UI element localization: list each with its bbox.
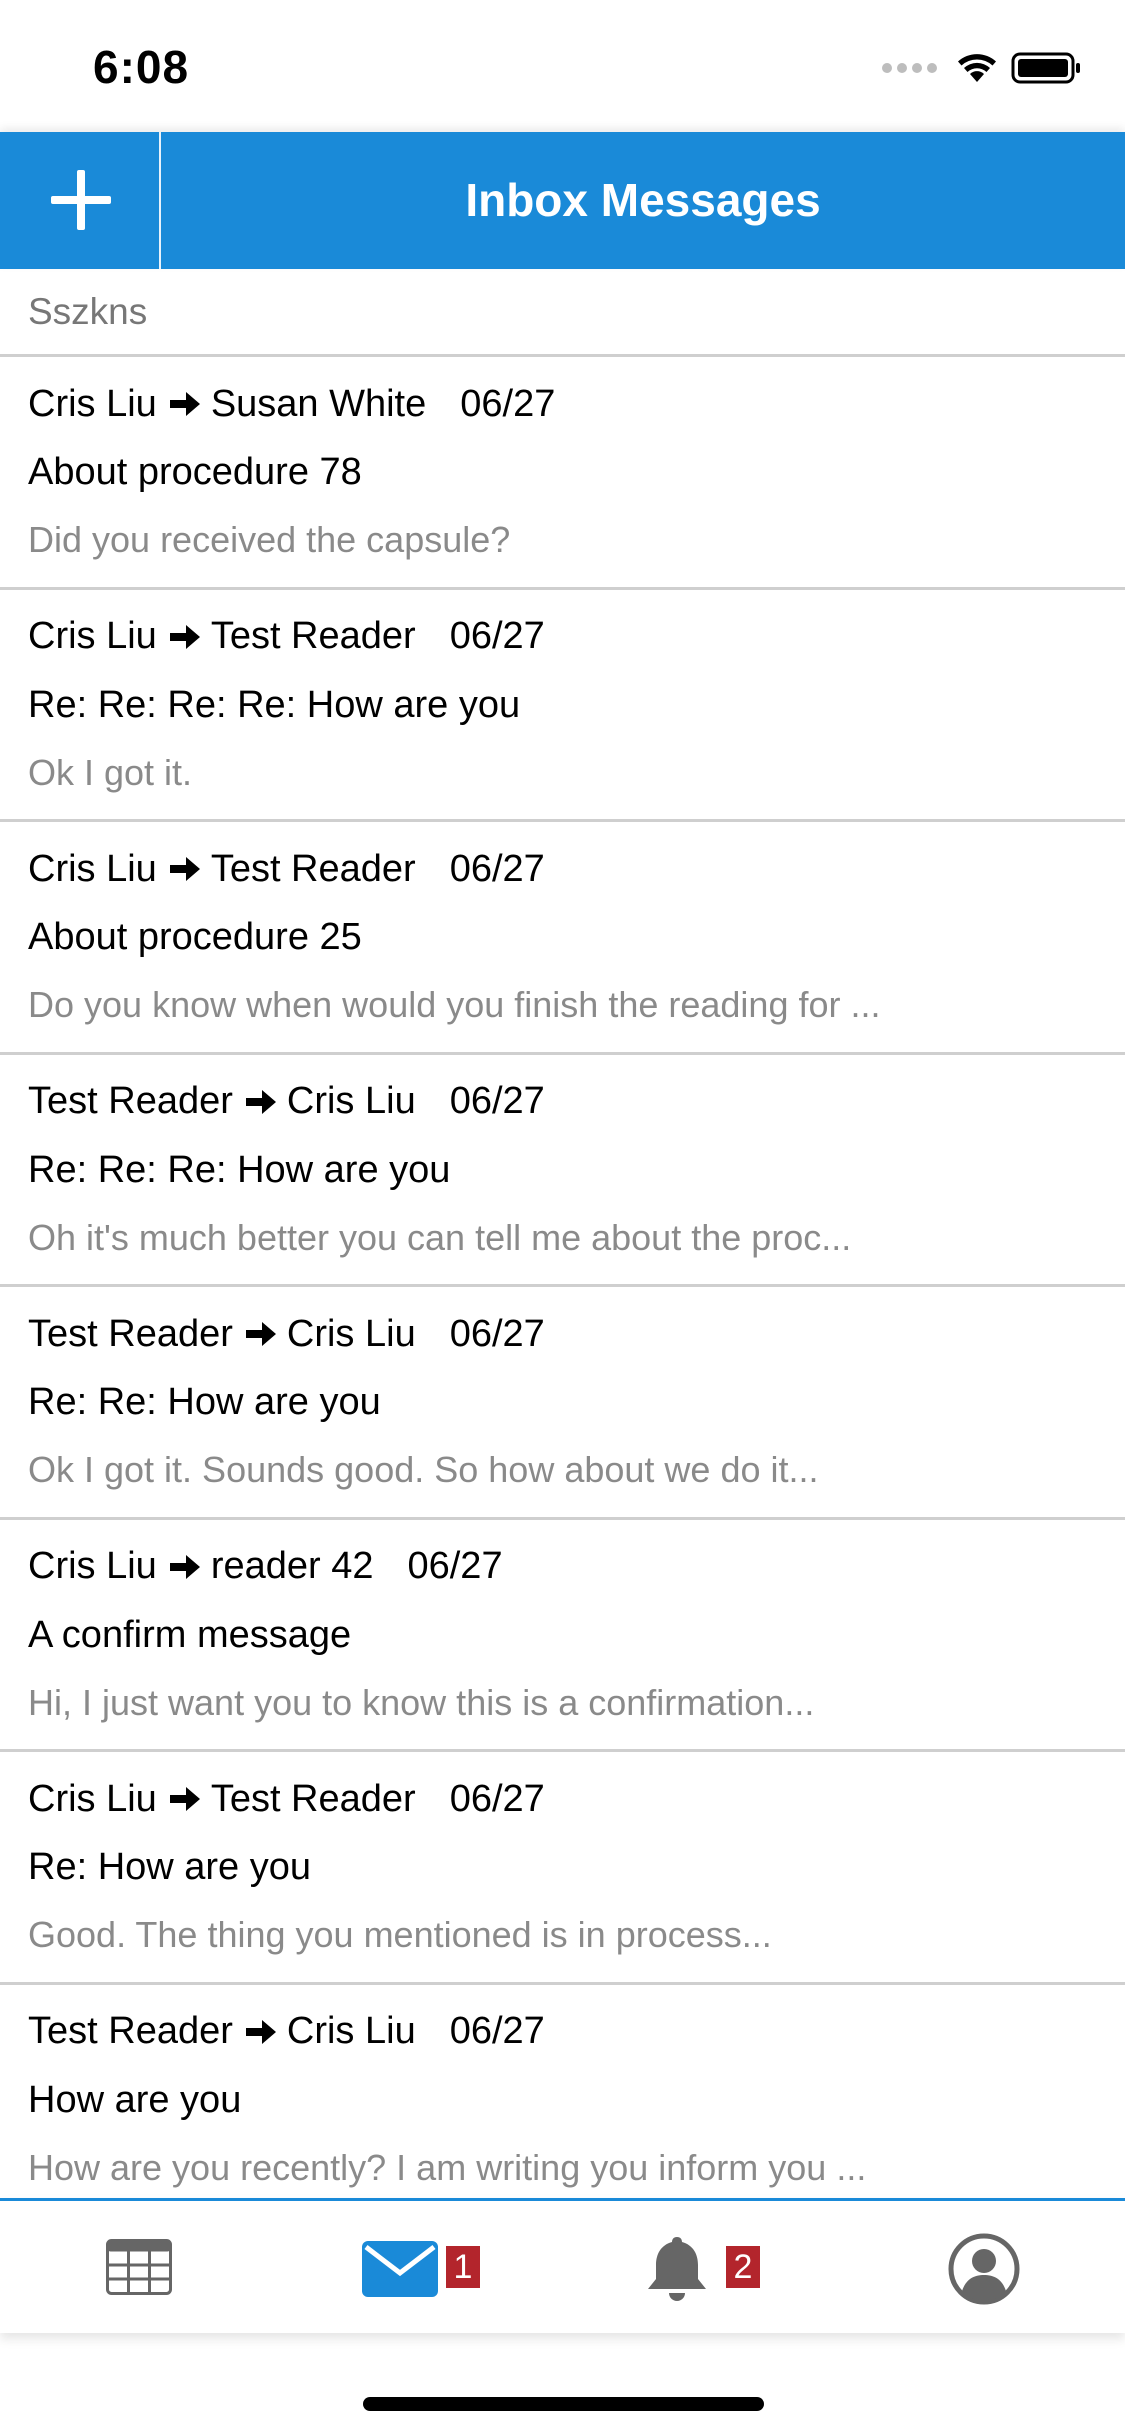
- wifi-icon: [958, 54, 996, 82]
- message-sender: Cris Liu: [28, 615, 157, 657]
- message-header: Cris Liu Test Reader 06/27: [28, 844, 545, 894]
- message-preview: How are you recently? I am writing you i…: [28, 2146, 867, 2188]
- message-subject: About procedure 25: [28, 916, 362, 958]
- message-header: Cris Liu Test Reader 06/27: [28, 1774, 545, 1824]
- message-list: Cris Liu Susan White 06/27 About procedu…: [0, 357, 1125, 2198]
- message-sender: Test Reader: [28, 2010, 233, 2052]
- message-sender: Test Reader: [28, 1312, 233, 1355]
- message-preview: Ok I got it.: [28, 751, 193, 793]
- message-subject: About procedure 78: [28, 451, 362, 493]
- message-sender: Test Reader: [28, 1080, 233, 1122]
- search-input[interactable]: [28, 287, 1088, 337]
- message-sender: Cris Liu: [28, 382, 157, 425]
- message-header: Cris Liu Test Reader 06/27: [28, 612, 545, 662]
- message-item[interactable]: Test Reader Cris Liu 06/27 Re: Re: Re: H…: [0, 1055, 1125, 1287]
- message-date: 06/27: [407, 1545, 503, 1587]
- message-item[interactable]: Cris Liu reader 42 06/27 A confirm messa…: [0, 1520, 1125, 1752]
- arrow-right-icon: [245, 1322, 276, 1346]
- status-icons: [882, 48, 1083, 88]
- message-header: Cris Liu Susan White 06/27: [28, 379, 555, 429]
- battery-icon: [1011, 52, 1080, 84]
- arrow-right-icon: [169, 392, 200, 416]
- message-sender: Cris Liu: [28, 1545, 157, 1587]
- tab-notifications[interactable]: 2: [600, 2201, 800, 2333]
- page-title: Inbox Messages: [465, 174, 821, 226]
- message-date: 06/27: [449, 847, 545, 890]
- message-item[interactable]: Cris Liu Test Reader 06/27 Re: How are y…: [0, 1752, 1125, 1985]
- status-bar: 6:08: [0, 0, 1125, 132]
- message-date: 06/27: [449, 1312, 545, 1355]
- message-date: 06/27: [449, 2010, 545, 2052]
- mail-icon: [362, 2241, 438, 2297]
- message-header: Test Reader Cris Liu 06/27: [28, 1077, 545, 1127]
- arrow-right-icon: [245, 1089, 276, 1114]
- tab-profile[interactable]: [884, 2201, 1084, 2333]
- tab-dashboard[interactable]: [40, 2201, 240, 2333]
- message-header: Test Reader Cris Liu 06/27: [28, 2007, 545, 2057]
- message-preview: Oh it's much better you can tell me abou…: [28, 1216, 852, 1258]
- status-time: 6:08: [93, 41, 190, 93]
- message-item[interactable]: Cris Liu Test Reader 06/27 Re: Re: Re: R…: [0, 590, 1125, 822]
- message-item[interactable]: Test Reader Cris Liu 06/27 How are you H…: [0, 1985, 1125, 2199]
- message-subject: Re: Re: Re: Re: How are you: [28, 683, 521, 726]
- message-subject: Re: Re: Re: How are you: [28, 1148, 451, 1191]
- message-recipient: Test Reader: [210, 1777, 416, 1820]
- message-subject: Re: How are you: [28, 1846, 312, 1888]
- app-header: Inbox Messages: [0, 132, 1125, 269]
- message-recipient: Cris Liu: [286, 1080, 416, 1122]
- add-message-button[interactable]: [0, 132, 161, 269]
- message-preview: Hi, I just want you to know this is a co…: [28, 1681, 815, 1723]
- message-subject: Re: Re: How are you: [28, 1381, 381, 1423]
- message-item[interactable]: Cris Liu Test Reader 06/27 About procedu…: [0, 822, 1125, 1055]
- message-item[interactable]: Test Reader Cris Liu 06/27 Re: Re: How a…: [0, 1287, 1125, 1520]
- message-item[interactable]: Cris Liu Susan White 06/27 About procedu…: [0, 357, 1125, 590]
- arrow-right-icon: [169, 1787, 200, 1811]
- arrow-right-icon: [169, 857, 200, 881]
- arrow-right-icon: [169, 1554, 200, 1579]
- message-header: Cris Liu reader 42 06/27: [28, 1542, 503, 1592]
- message-recipient: Cris Liu: [286, 1312, 416, 1355]
- message-recipient: Susan White: [210, 382, 427, 425]
- message-preview: Good. The thing you mentioned is in proc…: [28, 1914, 772, 1955]
- notifications-badge: 2: [726, 2246, 760, 2288]
- bell-icon: [648, 2237, 706, 2301]
- message-preview: Did you received the capsule?: [28, 519, 511, 560]
- message-preview: Ok I got it. Sounds good. So how about w…: [28, 1449, 819, 1490]
- cellular-signal-icon: [882, 63, 937, 73]
- home-indicator: [363, 2397, 764, 2411]
- message-date: 06/27: [449, 1080, 545, 1122]
- message-recipient: reader 42: [210, 1545, 374, 1587]
- tab-messages[interactable]: 1: [340, 2201, 540, 2333]
- message-sender: Cris Liu: [28, 1777, 157, 1820]
- message-header: Test Reader Cris Liu 06/27: [28, 1309, 545, 1359]
- search-bar: [0, 269, 1125, 357]
- message-recipient: Test Reader: [210, 615, 416, 657]
- arrow-right-icon: [169, 624, 200, 649]
- message-subject: How are you: [28, 2078, 242, 2121]
- message-subject: A confirm message: [28, 1613, 352, 1656]
- message-recipient: Test Reader: [210, 847, 416, 890]
- user-icon: [948, 2233, 1020, 2305]
- tab-bar: 1 2: [0, 2198, 1125, 2333]
- message-date: 06/27: [460, 382, 556, 425]
- message-recipient: Cris Liu: [286, 2010, 416, 2052]
- message-preview: Do you know when would you finish the re…: [28, 984, 881, 1025]
- message-sender: Cris Liu: [28, 847, 157, 890]
- message-date: 06/27: [449, 615, 545, 657]
- messages-badge: 1: [446, 2246, 480, 2288]
- arrow-right-icon: [245, 2019, 276, 2044]
- grid-icon: [106, 2239, 172, 2295]
- message-date: 06/27: [449, 1777, 545, 1820]
